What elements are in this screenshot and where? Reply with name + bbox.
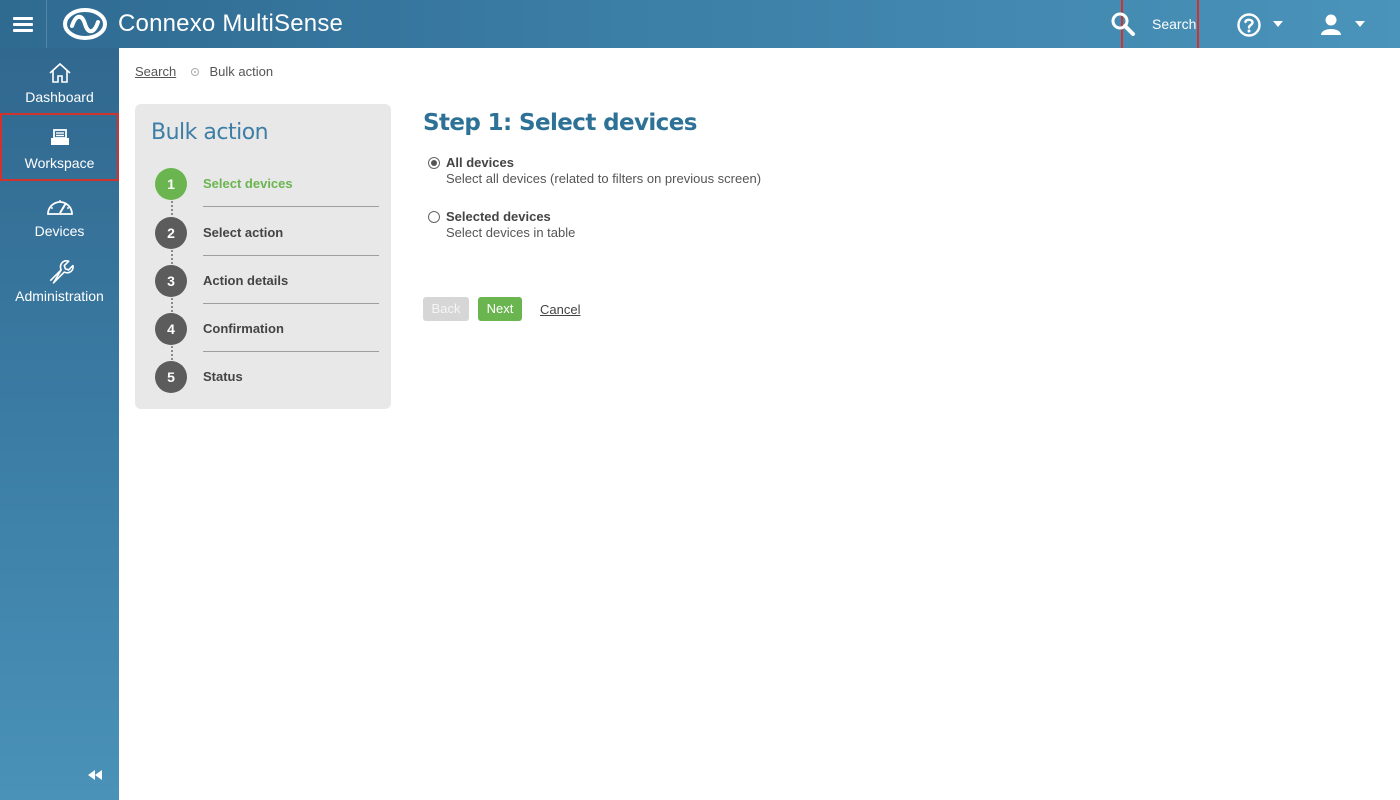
step-divider — [203, 206, 379, 207]
wizard-step-5: 5 Status — [155, 361, 381, 401]
step-label: Select action — [203, 225, 284, 240]
search-label[interactable]: Search — [1152, 16, 1196, 32]
sidebar-item-administration[interactable]: Administration — [0, 253, 119, 319]
breadcrumb-link-search[interactable]: Search — [135, 64, 176, 79]
step-label: Select devices — [203, 176, 293, 191]
step-connector — [171, 298, 173, 312]
radio-all-devices[interactable] — [428, 157, 440, 169]
wizard-steps-panel: Bulk action 1 Select devices 2 Select ac… — [135, 104, 391, 409]
home-icon — [49, 62, 71, 83]
sidebar-item-label: Workspace — [24, 155, 95, 171]
connexo-logo — [63, 8, 107, 40]
double-chevron-left-icon[interactable] — [86, 768, 104, 782]
step-number: 1 — [155, 168, 187, 200]
sidebar-item-label: Devices — [34, 223, 85, 239]
cancel-button[interactable]: Cancel — [540, 302, 580, 317]
next-button[interactable]: Next — [478, 297, 522, 321]
option-label: All devices — [446, 155, 514, 170]
hamburger-icon — [13, 14, 33, 35]
sidebar: Dashboard Workspace Devices Administrati… — [0, 48, 119, 800]
user-menu-button[interactable] — [1318, 12, 1372, 38]
inbox-icon — [51, 129, 69, 145]
step-label: Confirmation — [203, 321, 284, 336]
sidebar-item-label: Dashboard — [25, 89, 94, 105]
step-divider — [203, 303, 379, 304]
wizard-title: Bulk action — [151, 120, 269, 145]
user-icon — [1321, 14, 1341, 35]
breadcrumb-separator-icon — [190, 68, 199, 76]
help-icon — [1237, 13, 1261, 37]
option-description: Select devices in table — [446, 225, 576, 240]
option-description: Select all devices (related to filters o… — [446, 171, 762, 186]
wizard-step-4: 4 Confirmation — [155, 313, 381, 353]
hamburger-menu-button[interactable] — [0, 0, 47, 48]
search-icon[interactable] — [1110, 11, 1136, 37]
sidebar-item-workspace[interactable]: Workspace — [0, 113, 119, 181]
breadcrumb: Search Bulk action — [135, 64, 273, 79]
wizard-step-2: 2 Select action — [155, 217, 381, 257]
step-label: Status — [203, 369, 243, 384]
step-connector — [171, 346, 173, 360]
step-connector — [171, 250, 173, 264]
top-bar: Connexo MultiSense Search — [0, 0, 1400, 48]
step-number: 4 — [155, 313, 187, 345]
option-label: Selected devices — [446, 209, 551, 224]
back-button[interactable]: Back — [423, 297, 469, 321]
step-divider — [203, 255, 379, 256]
page-title: Step 1: Select devices — [423, 110, 697, 136]
step-number: 3 — [155, 265, 187, 297]
sidebar-item-label: Administration — [15, 288, 104, 304]
chevron-down-icon — [1273, 21, 1283, 27]
chevron-down-icon — [1355, 21, 1365, 27]
breadcrumb-current: Bulk action — [209, 64, 274, 79]
step-number: 5 — [155, 361, 187, 393]
radio-selected-devices[interactable] — [428, 211, 440, 223]
wizard-step-3: 3 Action details — [155, 265, 381, 305]
help-menu-button[interactable] — [1236, 12, 1290, 38]
step-connector — [171, 201, 173, 215]
gauge-icon — [47, 200, 73, 215]
wizard-step-1: 1 Select devices — [155, 168, 381, 208]
step-number: 2 — [155, 217, 187, 249]
wrench-icon — [49, 260, 74, 284]
sidebar-item-devices[interactable]: Devices — [0, 188, 119, 254]
app-title: Connexo MultiSense — [118, 10, 344, 37]
step-divider — [203, 351, 379, 352]
step-label: Action details — [203, 273, 289, 288]
